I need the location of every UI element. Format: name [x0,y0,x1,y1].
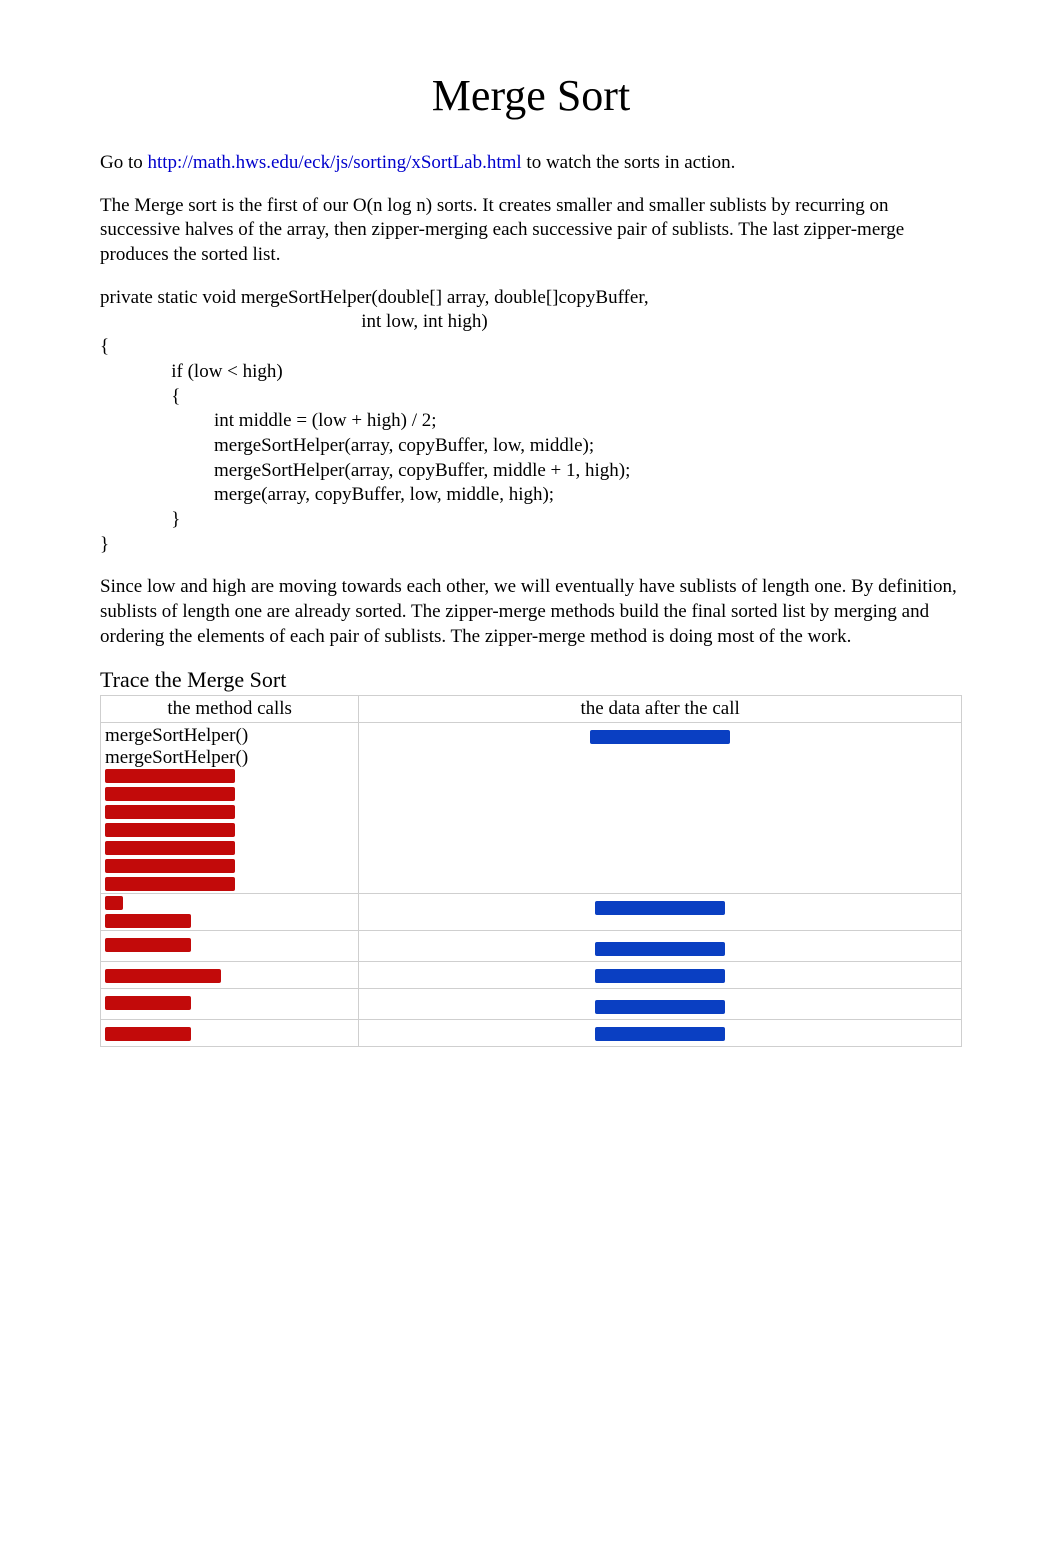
redacted-line [105,1027,191,1041]
call-text: mergeSortHelper() [105,725,354,747]
explanation-paragraph: Since low and high are moving towards ea… [100,575,962,649]
table-row [101,962,962,989]
cell-calls [101,962,359,989]
redacted-data [595,1027,725,1041]
redacted-data [595,942,725,956]
redacted-line [105,969,221,983]
cell-calls [101,931,359,962]
redacted-line [105,823,235,837]
call-text: mergeSortHelper() [105,747,354,769]
table-header-row: the method calls the data after the call [101,696,962,723]
redacted-line [105,841,235,855]
cell-calls: mergeSortHelper() mergeSortHelper() [101,723,359,894]
redacted-data [595,969,725,983]
cell-data [359,931,962,962]
intro-paragraph: Go to http://math.hws.edu/eck/js/sorting… [100,151,962,176]
intro-prefix: Go to [100,152,148,173]
cell-data [359,894,962,931]
code-block: private static void mergeSortHelper(doub… [100,286,962,558]
table-row [101,989,962,1020]
header-method-calls: the method calls [101,696,359,723]
redacted-line [105,896,123,910]
redacted-line [105,805,235,819]
cell-calls [101,989,359,1020]
redacted-line [105,787,235,801]
description-paragraph: The Merge sort is the first of our O(n l… [100,194,962,268]
redacted-call-stack [105,769,354,891]
trace-heading: Trace the Merge Sort [100,667,962,693]
page-title: Merge Sort [100,70,962,121]
redacted-line [105,859,235,873]
redacted-line [105,914,191,928]
cell-data [359,723,962,894]
redacted-data [590,730,730,744]
cell-data [359,962,962,989]
redacted-line [105,938,191,952]
redacted-line [105,877,235,891]
redacted-data [595,1000,725,1014]
trace-table: the method calls the data after the call… [100,695,962,1047]
cell-calls [101,1020,359,1047]
redacted-line [105,769,235,783]
cell-data [359,1020,962,1047]
redacted-line [105,996,191,1010]
table-row [101,1020,962,1047]
cell-data [359,989,962,1020]
redacted-data [595,901,725,915]
header-data-after: the data after the call [359,696,962,723]
table-row: mergeSortHelper() mergeSortHelper() [101,723,962,894]
table-row [101,931,962,962]
xsortlab-link[interactable]: http://math.hws.edu/eck/js/sorting/xSort… [148,152,522,173]
cell-calls [101,894,359,931]
table-row [101,894,962,931]
intro-suffix: to watch the sorts in action. [522,152,736,173]
